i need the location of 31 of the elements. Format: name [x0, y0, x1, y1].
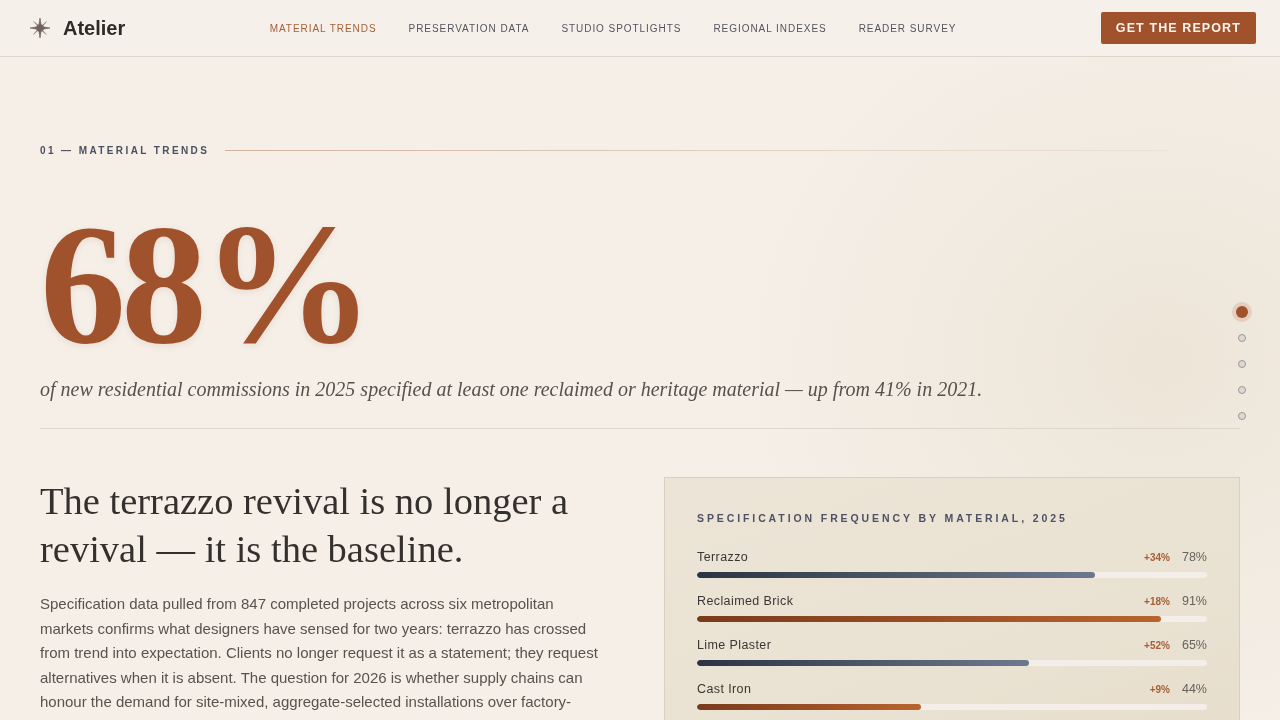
section-dot[interactable]: [1238, 334, 1246, 342]
section-dot[interactable]: [1238, 360, 1246, 368]
material-name: Cast Iron: [697, 682, 753, 696]
section-dot[interactable]: [1236, 306, 1248, 318]
compass-star-icon: [30, 18, 50, 38]
change-value: +52%: [1144, 639, 1170, 651]
material-name: Reclaimed Brick: [697, 594, 795, 608]
material-name: Lime Plaster: [697, 638, 773, 652]
nav-link[interactable]: PRESERVATION DATA: [408, 22, 530, 34]
article-body: Specification data pulled from 847 completed projects across six metropolitan markets confirms what designers have sensed for two years: terrazzo has crossed from trend into expectation. Clients no longer request it as a statement; they request alternatives when it is absent. The question for 2026 is whether supply chains can honour the demand for site-mixed, aggregate-selected installations over factory-: [40, 594, 599, 713]
change-value: +34%: [1144, 551, 1170, 563]
headline-stat: 68%: [40, 208, 369, 361]
article-heading: The terrazzo revival is no longer a revival — it is the baseline.: [40, 479, 570, 572]
percent-value: 44%: [1181, 682, 1207, 696]
brand-name: Atelier: [63, 16, 126, 40]
stat-caption: of new residential commissions in 2025 specified at least one reclaimed or heritage material — up from 41% in 2021.: [40, 377, 1240, 429]
section-dot[interactable]: [1238, 386, 1246, 394]
section-dot[interactable]: [1238, 412, 1246, 420]
nav-link[interactable]: REGIONAL INDEXES: [713, 22, 827, 34]
percent-value: 65%: [1181, 638, 1207, 652]
percent-value: 91%: [1181, 594, 1207, 608]
nav-link[interactable]: READER SURVEY: [858, 22, 957, 34]
change-value: +18%: [1144, 595, 1170, 607]
nav-link[interactable]: STUDIO SPOTLIGHTS: [561, 22, 682, 34]
nav-link[interactable]: MATERIAL TRENDS: [269, 22, 377, 34]
get-report-button[interactable]: GET THE REPORT: [1100, 12, 1256, 44]
card-title: SPECIFICATION FREQUENCY BY MATERIAL, 2025: [697, 512, 1069, 524]
material-name: Terrazzo: [697, 550, 750, 564]
percent-value: 78%: [1181, 550, 1207, 564]
change-value: +9%: [1149, 683, 1170, 695]
section-label: 01 — MATERIAL TRENDS: [40, 145, 210, 156]
